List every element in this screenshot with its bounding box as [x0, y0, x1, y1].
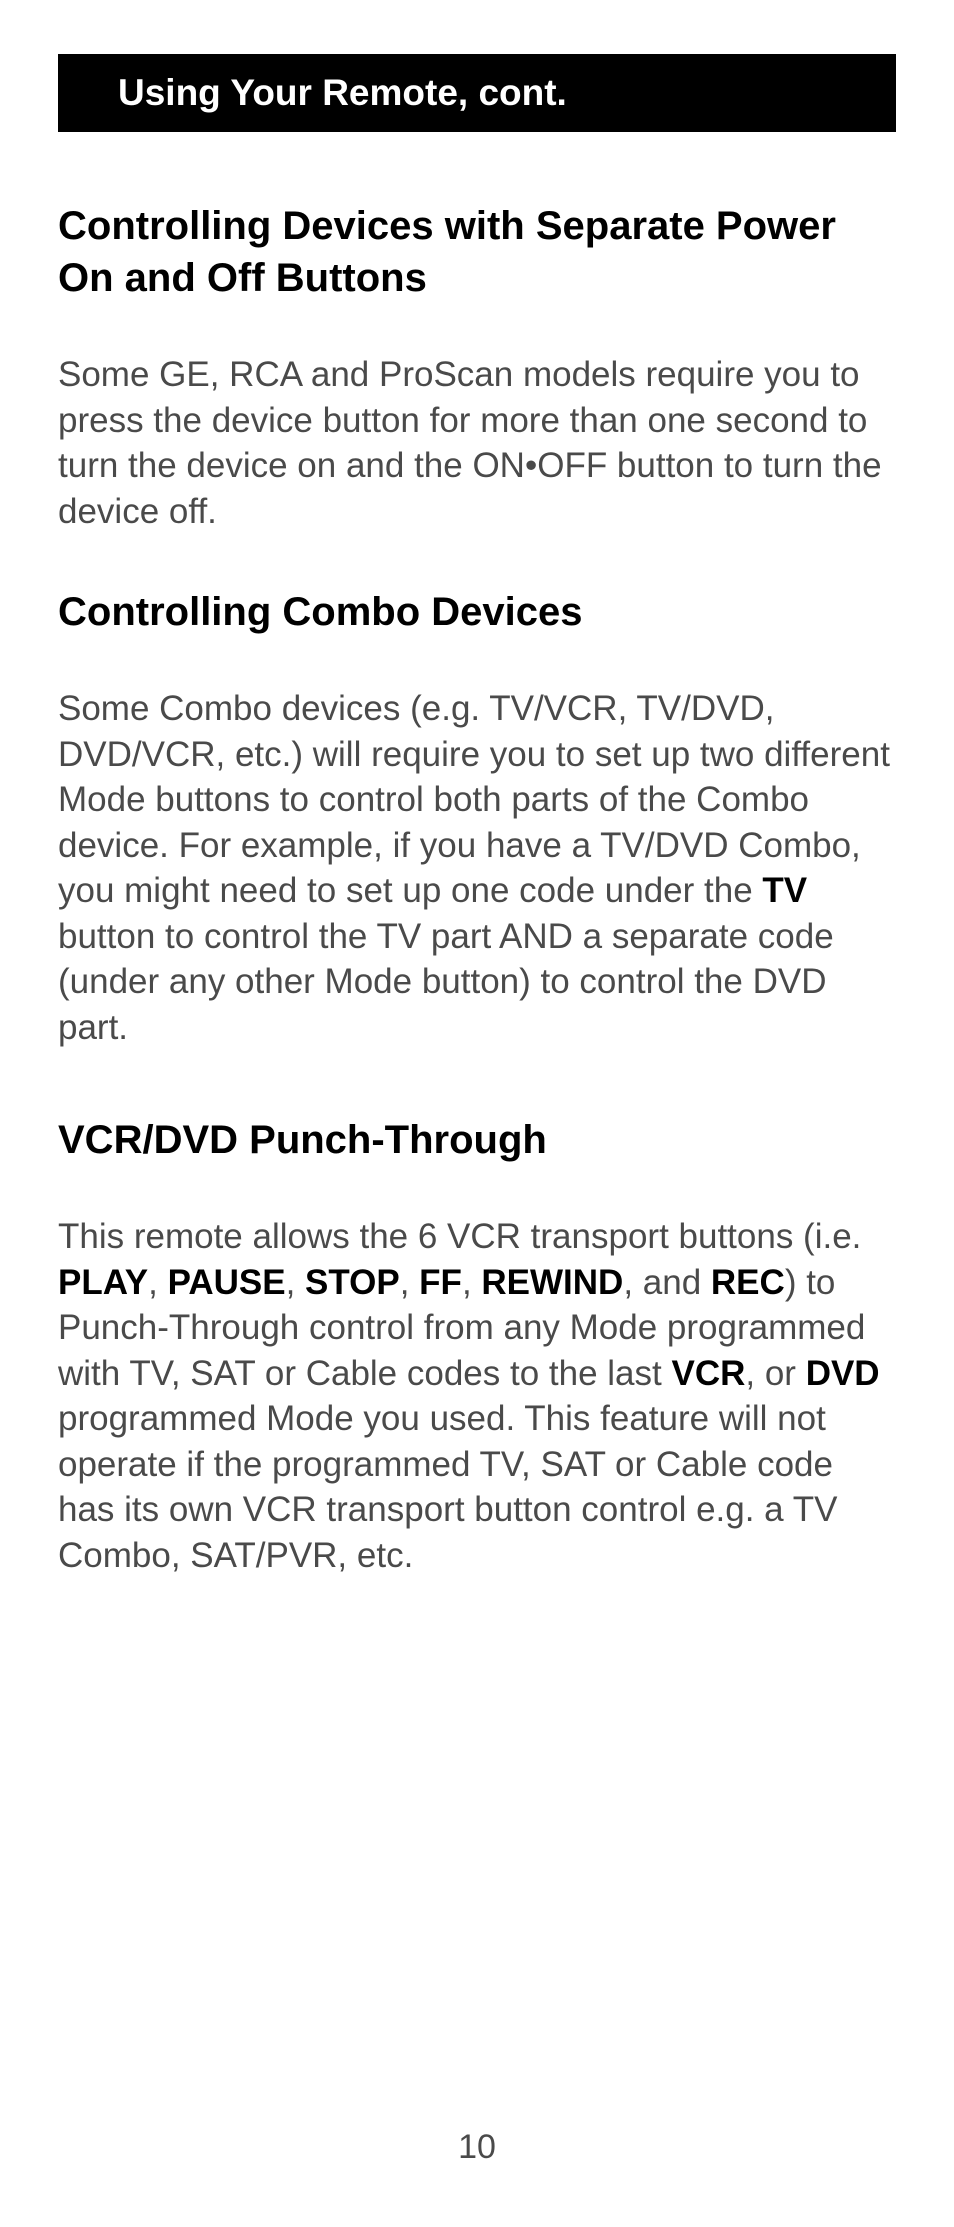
bold-text: PLAY	[58, 1263, 148, 1302]
page-number: 10	[0, 2128, 954, 2167]
section-body-3: This remote allows the 6 VCR transport b…	[58, 1214, 896, 1578]
body-text-span: button to control the TV part AND a sepa…	[58, 917, 834, 1047]
body-text-span: programmed Mode you used. This feature w…	[58, 1399, 837, 1575]
body-text-span: ,	[462, 1263, 481, 1302]
bold-text: FF	[419, 1263, 462, 1302]
section-title-1: Controlling Devices with Separate Power …	[58, 200, 896, 304]
body-text-span: ,	[400, 1263, 419, 1302]
body-text-span: ,	[286, 1263, 305, 1302]
bold-text: REWIND	[481, 1263, 623, 1302]
section-title-2: Controlling Combo Devices	[58, 586, 896, 638]
body-text-span: , and	[623, 1263, 711, 1302]
section-body-1: Some GE, RCA and ProScan models require …	[58, 352, 896, 534]
body-text-span: ,	[148, 1263, 167, 1302]
section-body-2: Some Combo devices (e.g. TV/VCR, TV/DVD,…	[58, 686, 896, 1050]
page-header-bar: Using Your Remote, cont.	[58, 54, 896, 132]
manual-page: Using Your Remote, cont. Controlling Dev…	[0, 0, 954, 2227]
body-text-span: Some GE, RCA and ProScan models require …	[58, 355, 882, 531]
section-title-3: VCR/DVD Punch-Through	[58, 1114, 896, 1166]
bold-text: PAUSE	[168, 1263, 286, 1302]
bold-text: TV	[762, 871, 807, 910]
body-text-span: , or	[745, 1354, 805, 1393]
bold-text: VCR	[671, 1354, 745, 1393]
bold-text: STOP	[305, 1263, 400, 1302]
page-header-title: Using Your Remote, cont.	[118, 72, 876, 114]
bold-text: DVD	[806, 1354, 880, 1393]
spacer	[58, 1102, 896, 1114]
bold-text: REC	[711, 1263, 785, 1302]
body-text-span: This remote allows the 6 VCR transport b…	[58, 1217, 861, 1256]
